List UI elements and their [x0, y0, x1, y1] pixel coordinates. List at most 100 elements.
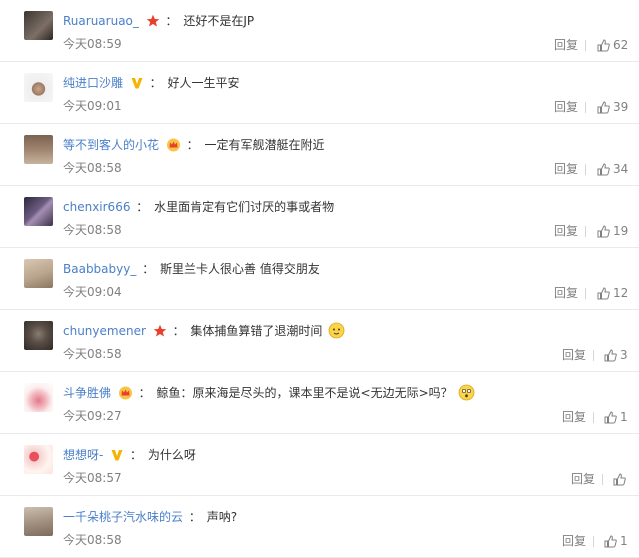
crown-badge-icon — [118, 386, 133, 406]
star-badge-icon — [153, 324, 167, 344]
comment-text: 鲸鱼：原来海是尽头的，课本里不是说<无边无际>吗？ — [156, 386, 453, 400]
comment-text: 一定有军舰潜艇在附近 — [204, 138, 325, 152]
user-avatar[interactable] — [24, 73, 53, 102]
colon: ： — [172, 324, 185, 338]
timestamp: 今天08:58 — [63, 533, 122, 547]
like-button[interactable]: 12 — [597, 284, 628, 302]
v-badge-icon — [110, 448, 124, 468]
divider — [585, 226, 586, 237]
divider — [593, 350, 594, 361]
username[interactable]: Ruaruaruao_ — [63, 14, 139, 28]
reply-button[interactable]: 回复 — [571, 470, 595, 488]
like-button[interactable]: 39 — [597, 98, 628, 116]
comment-line: 等不到客人的小花 ： 一定有军舰潜艇在附近 — [63, 135, 325, 158]
username[interactable]: chenxir666 — [63, 200, 130, 214]
username[interactable]: 等不到客人的小花 — [63, 138, 159, 152]
user-avatar[interactable] — [24, 197, 53, 226]
timestamp: 今天09:04 — [63, 285, 122, 299]
comment-item: 等不到客人的小花 ： 一定有军舰潜艇在附近 今天08:58 回复 34 — [0, 124, 639, 186]
reply-button[interactable]: 回复 — [562, 408, 586, 426]
user-avatar[interactable] — [24, 507, 53, 536]
reply-button[interactable]: 回复 — [554, 98, 578, 116]
username[interactable]: 一千朵桃子汽水味的云 — [63, 510, 183, 524]
like-button[interactable] — [613, 470, 629, 488]
divider — [593, 412, 594, 423]
face-emoji-icon — [328, 322, 345, 345]
thumbs-up-icon — [604, 411, 617, 424]
colon: ： — [142, 262, 155, 276]
thumbs-up-icon — [597, 101, 610, 114]
colon: ： — [130, 448, 143, 462]
user-avatar[interactable] — [24, 321, 53, 350]
thumbs-up-icon — [597, 225, 610, 238]
reply-button[interactable]: 回复 — [554, 160, 578, 178]
comment-item: Ruaruaruao_ ： 还好不是在JP 今天08:59 回复 62 — [0, 0, 639, 62]
reply-button[interactable]: 回复 — [554, 222, 578, 240]
comment-list: Ruaruaruao_ ： 还好不是在JP 今天08:59 回复 62 纯进口沙… — [0, 0, 639, 558]
like-button[interactable]: 1 — [604, 408, 628, 426]
colon: ： — [186, 138, 199, 152]
comment-item: 一千朵桃子汽水味的云 ： 声呐? 今天08:58 回复 1 — [0, 496, 639, 558]
like-button[interactable]: 34 — [597, 160, 628, 178]
thumbs-up-icon — [597, 39, 610, 52]
surprised-emoji-icon — [458, 384, 475, 407]
colon: ： — [165, 14, 178, 28]
thumbs-up-icon — [613, 473, 626, 486]
thumbs-up-icon — [604, 349, 617, 362]
timestamp: 今天08:58 — [63, 223, 122, 237]
reply-button[interactable]: 回复 — [554, 36, 578, 54]
comment-line: 斗争胜佛 ： 鲸鱼：原来海是尽头的，课本里不是说<无边无际>吗？ — [63, 383, 475, 407]
user-avatar[interactable] — [24, 259, 53, 288]
thumbs-up-icon — [597, 163, 610, 176]
timestamp: 今天09:01 — [63, 99, 122, 113]
username[interactable]: chunyemener — [63, 324, 146, 338]
comment-item: 纯进口沙雕 ： 好人一生平安 今天09:01 回复 39 — [0, 62, 639, 124]
username[interactable]: 纯进口沙雕 — [63, 76, 123, 90]
comment-item: chunyemener ： 集体捕鱼算错了退潮时间 今天08:58 回复 3 — [0, 310, 639, 372]
like-count: 1 — [620, 534, 628, 548]
like-button[interactable]: 19 — [597, 222, 628, 240]
timestamp: 今天08:57 — [63, 471, 122, 485]
reply-button[interactable]: 回复 — [554, 284, 578, 302]
comment-text: 好人一生平安 — [167, 76, 240, 90]
comment-text: 声呐? — [206, 510, 238, 524]
comment-text: 还好不是在JP — [183, 14, 255, 28]
reply-button[interactable]: 回复 — [562, 346, 586, 364]
username[interactable]: 斗争胜佛 — [63, 386, 111, 400]
colon: ： — [136, 200, 149, 214]
v-badge-icon — [130, 76, 144, 96]
user-avatar[interactable] — [24, 135, 53, 164]
comment-line: 想想呀- ： 为什么呀 — [63, 445, 196, 468]
crown-badge-icon — [166, 138, 181, 158]
user-avatar[interactable] — [24, 445, 53, 474]
timestamp: 今天09:27 — [63, 409, 122, 423]
timestamp: 今天08:59 — [63, 37, 122, 51]
like-button[interactable]: 1 — [604, 532, 628, 550]
reply-button[interactable]: 回复 — [562, 532, 586, 550]
comment-item: 想想呀- ： 为什么呀 今天08:57 回复 — [0, 434, 639, 496]
username[interactable]: Baabbabyy_ — [63, 262, 136, 276]
comment-line: 一千朵桃子汽水味的云 ： 声呐? — [63, 507, 237, 527]
like-button[interactable]: 3 — [604, 346, 628, 364]
like-count: 12 — [613, 286, 629, 300]
colon: ： — [138, 386, 151, 400]
comment-item: chenxir666 ： 水里面肯定有它们讨厌的事或者物 今天08:58 回复 … — [0, 186, 639, 248]
comment-item: 斗争胜佛 ： 鲸鱼：原来海是尽头的，课本里不是说<无边无际>吗？ 今天09:27… — [0, 372, 639, 434]
comment-text: 集体捕鱼算错了退潮时间 — [190, 324, 323, 338]
colon: ： — [149, 76, 162, 90]
divider — [593, 536, 594, 547]
username[interactable]: 想想呀- — [63, 448, 103, 462]
divider — [585, 288, 586, 299]
comment-line: Ruaruaruao_ ： 还好不是在JP — [63, 11, 254, 34]
like-count: 3 — [620, 348, 628, 362]
like-button[interactable]: 62 — [597, 36, 628, 54]
comment-line: 纯进口沙雕 ： 好人一生平安 — [63, 73, 240, 96]
like-count: 62 — [613, 38, 629, 52]
star-badge-icon — [146, 14, 160, 34]
like-count: 39 — [613, 100, 629, 114]
timestamp: 今天08:58 — [63, 161, 122, 175]
user-avatar[interactable] — [24, 383, 53, 412]
comment-text: 水里面肯定有它们讨厌的事或者物 — [154, 200, 335, 214]
divider — [585, 164, 586, 175]
user-avatar[interactable] — [24, 11, 53, 40]
